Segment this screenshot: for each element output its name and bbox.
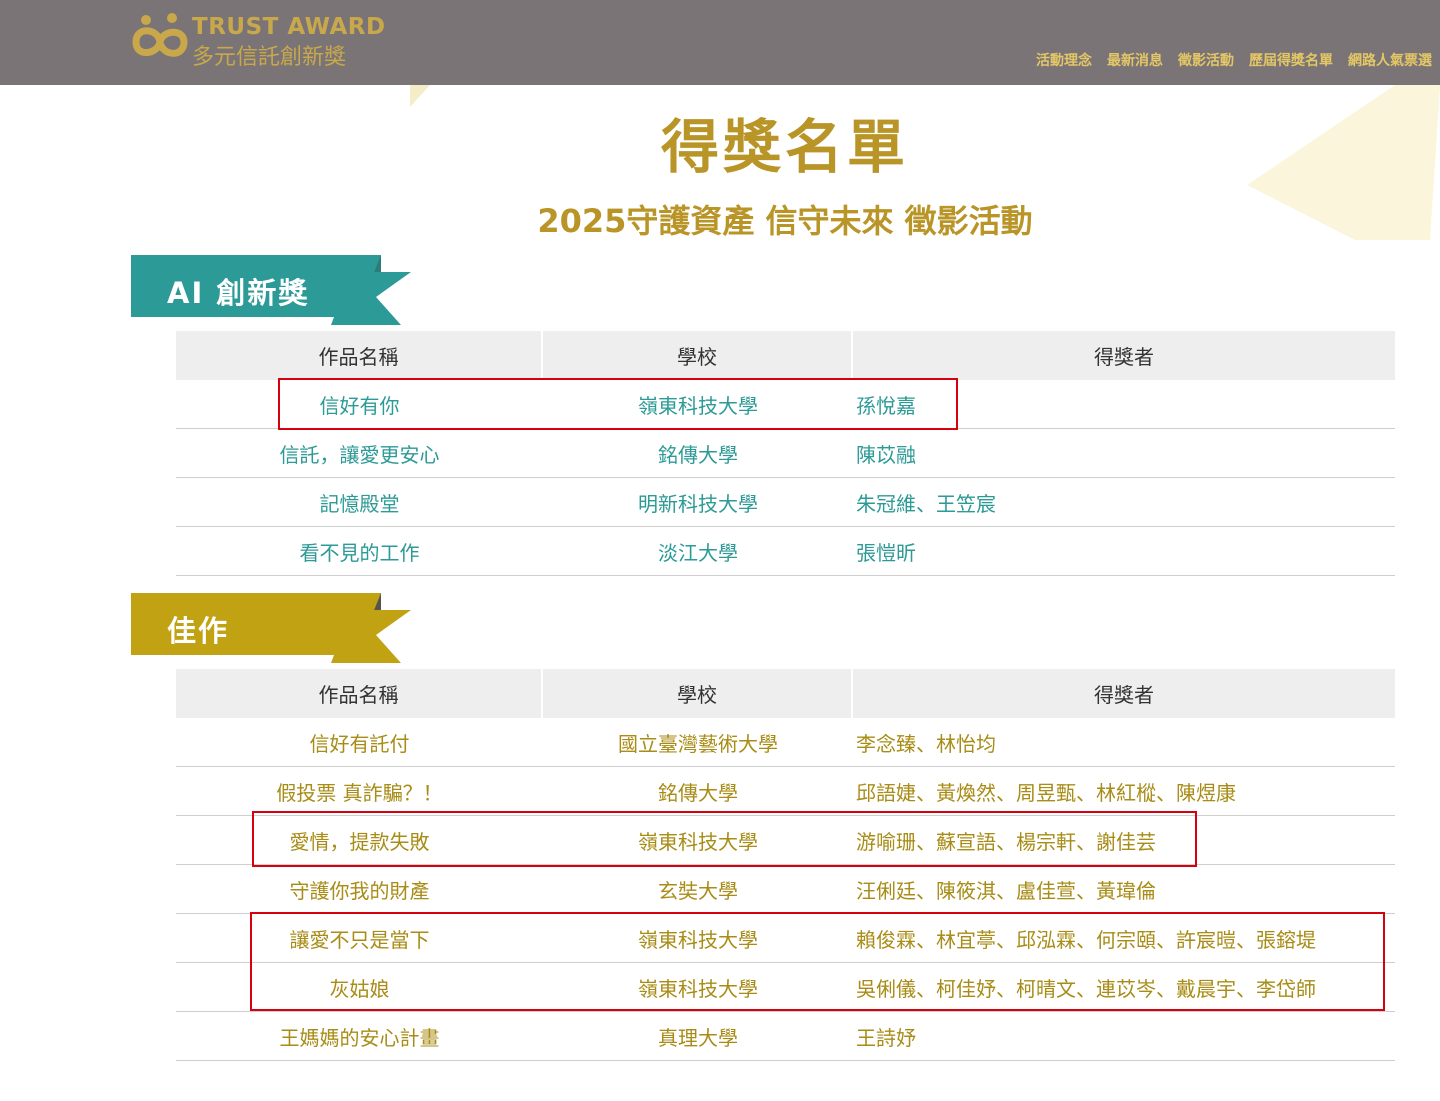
nav-item-concept[interactable]: 活動理念: [1036, 50, 1092, 70]
logo-chinese-text: 多元信託創新獎: [192, 45, 347, 70]
top-navigation-bar: TRUST AWARD 多元信託創新獎 活動理念 最新消息 徵影活動 歷屆得獎名…: [0, 0, 1440, 85]
school-name: 真理大學: [658, 1025, 738, 1050]
table-row: 假投票 真詐騙？！ 銘傳大學 邱語婕、黃煥然、周昱甄、林紅樅、陳煜康: [176, 767, 1395, 816]
infinity-logo-icon: [132, 13, 188, 57]
winner-names: 李念臻、林怡均: [856, 731, 996, 756]
table-row: 信託，讓愛更安心 銘傳大學 陳苡融: [176, 429, 1395, 478]
school-name: 銘傳大學: [658, 780, 738, 805]
nav-item-past-winners[interactable]: 歷屆得獎名單: [1249, 50, 1333, 70]
winner-names: 王詩妤: [856, 1025, 916, 1050]
table-row: 信好有託付 國立臺灣藝術大學 李念臻、林怡均: [176, 718, 1395, 767]
column-header-winners: 得獎者: [1094, 683, 1154, 707]
highlight-box: [252, 811, 1197, 867]
work-title: 信好有託付: [309, 731, 410, 756]
work-title: 看不見的工作: [299, 540, 420, 565]
ribbon-honorable-mention: 佳作: [131, 593, 416, 668]
school-name: 明新科技大學: [638, 491, 758, 516]
work-title: 假投票 真詐騙？！: [276, 780, 443, 805]
table-row: 王媽媽的安心計畫 真理大學 王詩妤: [176, 1012, 1395, 1061]
nav-item-news[interactable]: 最新消息: [1107, 50, 1163, 70]
table-row: 看不見的工作 淡江大學 張愷昕: [176, 527, 1395, 576]
winner-names: 張愷昕: [856, 540, 916, 565]
column-header-school: 學校: [543, 669, 853, 718]
school-name: 玄奘大學: [658, 878, 738, 903]
main-nav: 活動理念 最新消息 徵影活動 歷屆得獎名單 網路人氣票選: [1036, 50, 1432, 70]
page-subtitle: 2025守護資產 信守未來 徵影活動: [537, 202, 1033, 240]
highlight-box: [278, 378, 958, 430]
trust-award-logo[interactable]: TRUST AWARD 多元信託創新獎: [132, 12, 385, 70]
winner-names: 朱冠維、王笠宸: [856, 491, 996, 516]
ai-innovation-award-table: 作品名稱 學校 得獎者 信好有你 嶺東科技大學 孫悅嘉 信託，讓愛更安心 銘傳大…: [176, 331, 1395, 576]
table-row: 記憶殿堂 明新科技大學 朱冠維、王笠宸: [176, 478, 1395, 527]
work-title: 記憶殿堂: [319, 491, 400, 516]
ribbon-label: AI 創新獎: [167, 276, 310, 310]
work-title: 王媽媽的安心計畫: [279, 1025, 440, 1050]
table-header: 作品名稱 學校 得獎者: [176, 331, 1395, 380]
column-header-school: 學校: [543, 331, 853, 380]
school-name: 淡江大學: [658, 540, 738, 565]
work-title: 信託，讓愛更安心: [279, 442, 440, 467]
work-title: 守護你我的財產: [289, 878, 430, 903]
column-header-title: 作品名稱: [176, 331, 543, 380]
nav-item-online-vote[interactable]: 網路人氣票選: [1348, 50, 1432, 70]
column-header-title: 作品名稱: [176, 669, 543, 718]
nav-item-call-for-films[interactable]: 徵影活動: [1178, 50, 1234, 70]
table-row: 守護你我的財產 玄奘大學 汪俐廷、陳筱淇、盧佳萱、黃瑋倫: [176, 865, 1395, 914]
column-header-winners: 得獎者: [1094, 345, 1154, 369]
school-name: 國立臺灣藝術大學: [618, 731, 778, 756]
winner-names: 陳苡融: [856, 442, 916, 467]
ribbon-ai-innovation-award: AI 創新獎: [131, 255, 416, 330]
table-header: 作品名稱 學校 得獎者: [176, 669, 1395, 718]
school-name: 銘傳大學: [658, 442, 738, 467]
winner-names: 邱語婕、黃煥然、周昱甄、林紅樅、陳煜康: [856, 780, 1236, 805]
highlight-box: [250, 912, 1385, 1011]
page-title: 得獎名單: [660, 113, 909, 181]
ribbon-label: 佳作: [167, 614, 230, 648]
winner-names: 汪俐廷、陳筱淇、盧佳萱、黃瑋倫: [856, 878, 1156, 903]
logo-english-text: TRUST AWARD: [192, 14, 386, 40]
